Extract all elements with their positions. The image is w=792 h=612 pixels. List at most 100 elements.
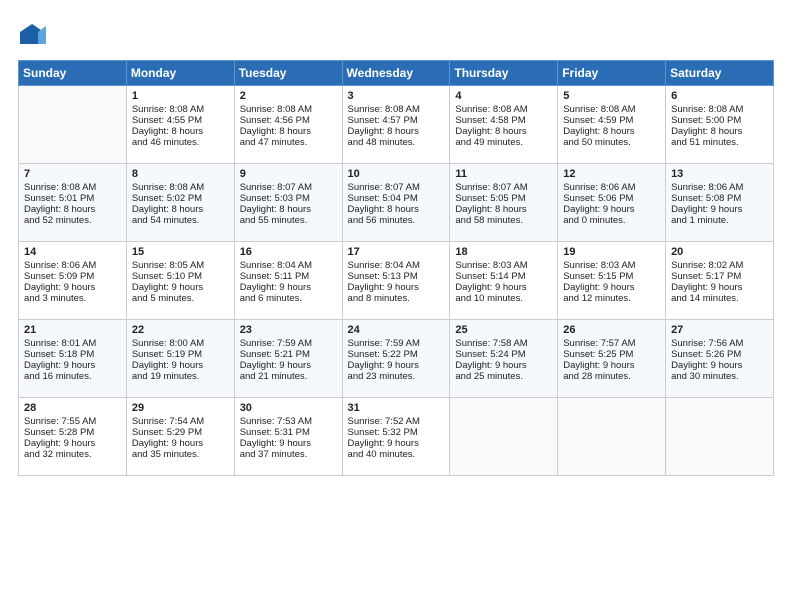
calendar-cell: 19Sunrise: 8:03 AMSunset: 5:15 PMDayligh… <box>558 242 666 320</box>
day-number: 31 <box>348 402 445 414</box>
day-number: 18 <box>455 246 552 258</box>
calendar-cell: 4Sunrise: 8:08 AMSunset: 4:58 PMDaylight… <box>450 86 558 164</box>
day-info-line: Sunrise: 8:04 AM <box>348 260 445 271</box>
day-info-line: Sunrise: 7:59 AM <box>348 338 445 349</box>
week-row-4: 21Sunrise: 8:01 AMSunset: 5:18 PMDayligh… <box>19 320 774 398</box>
day-number: 17 <box>348 246 445 258</box>
calendar-cell: 24Sunrise: 7:59 AMSunset: 5:22 PMDayligh… <box>342 320 450 398</box>
day-info-line: and 48 minutes. <box>348 137 445 148</box>
weekday-sunday: Sunday <box>19 61 127 86</box>
calendar-cell: 5Sunrise: 8:08 AMSunset: 4:59 PMDaylight… <box>558 86 666 164</box>
calendar-cell: 11Sunrise: 8:07 AMSunset: 5:05 PMDayligh… <box>450 164 558 242</box>
day-info-line: and 54 minutes. <box>132 215 229 226</box>
week-row-1: 1Sunrise: 8:08 AMSunset: 4:55 PMDaylight… <box>19 86 774 164</box>
day-number: 7 <box>24 168 121 180</box>
day-number: 8 <box>132 168 229 180</box>
day-info-line: and 12 minutes. <box>563 293 660 304</box>
day-info-line: Daylight: 8 hours <box>132 204 229 215</box>
day-info-line: Daylight: 8 hours <box>671 126 768 137</box>
day-number: 25 <box>455 324 552 336</box>
day-number: 6 <box>671 90 768 102</box>
header <box>18 18 774 50</box>
day-info-line: Daylight: 8 hours <box>240 204 337 215</box>
day-info-line: Daylight: 9 hours <box>132 360 229 371</box>
day-info-line: Daylight: 9 hours <box>563 282 660 293</box>
calendar-cell: 7Sunrise: 8:08 AMSunset: 5:01 PMDaylight… <box>19 164 127 242</box>
day-info-line: Sunset: 5:09 PM <box>24 271 121 282</box>
weekday-friday: Friday <box>558 61 666 86</box>
day-info-line: Sunset: 5:32 PM <box>348 427 445 438</box>
calendar-cell: 15Sunrise: 8:05 AMSunset: 5:10 PMDayligh… <box>126 242 234 320</box>
weekday-tuesday: Tuesday <box>234 61 342 86</box>
day-number: 14 <box>24 246 121 258</box>
day-info-line: Sunrise: 8:08 AM <box>671 104 768 115</box>
day-info-line: Sunrise: 8:05 AM <box>132 260 229 271</box>
calendar-cell <box>558 398 666 476</box>
day-number: 27 <box>671 324 768 336</box>
day-info-line: Daylight: 9 hours <box>671 360 768 371</box>
calendar-tbody: 1Sunrise: 8:08 AMSunset: 4:55 PMDaylight… <box>19 86 774 476</box>
day-info-line: Daylight: 9 hours <box>240 282 337 293</box>
day-info-line: Sunrise: 8:08 AM <box>455 104 552 115</box>
day-info-line: Sunset: 5:15 PM <box>563 271 660 282</box>
calendar-cell: 27Sunrise: 7:56 AMSunset: 5:26 PMDayligh… <box>666 320 774 398</box>
calendar-cell: 2Sunrise: 8:08 AMSunset: 4:56 PMDaylight… <box>234 86 342 164</box>
day-info-line: and 47 minutes. <box>240 137 337 148</box>
day-info-line: Sunrise: 8:08 AM <box>132 182 229 193</box>
day-info-line: Daylight: 8 hours <box>240 126 337 137</box>
calendar-table: SundayMondayTuesdayWednesdayThursdayFrid… <box>18 60 774 476</box>
day-info-line: and 40 minutes. <box>348 449 445 460</box>
day-info-line: Sunset: 5:24 PM <box>455 349 552 360</box>
day-info-line: and 51 minutes. <box>671 137 768 148</box>
day-info-line: Daylight: 8 hours <box>24 204 121 215</box>
calendar-cell: 26Sunrise: 7:57 AMSunset: 5:25 PMDayligh… <box>558 320 666 398</box>
day-info-line: Sunrise: 8:07 AM <box>240 182 337 193</box>
day-info-line: Sunset: 5:25 PM <box>563 349 660 360</box>
day-info-line: and 6 minutes. <box>240 293 337 304</box>
calendar-cell: 20Sunrise: 8:02 AMSunset: 5:17 PMDayligh… <box>666 242 774 320</box>
day-info-line: Sunset: 5:03 PM <box>240 193 337 204</box>
day-info-line: Sunset: 5:19 PM <box>132 349 229 360</box>
day-number: 16 <box>240 246 337 258</box>
calendar-cell: 8Sunrise: 8:08 AMSunset: 5:02 PMDaylight… <box>126 164 234 242</box>
day-number: 19 <box>563 246 660 258</box>
day-info-line: Sunrise: 8:06 AM <box>671 182 768 193</box>
day-info-line: Sunrise: 8:08 AM <box>132 104 229 115</box>
calendar-cell: 3Sunrise: 8:08 AMSunset: 4:57 PMDaylight… <box>342 86 450 164</box>
day-info-line: Sunrise: 8:07 AM <box>348 182 445 193</box>
day-number: 23 <box>240 324 337 336</box>
calendar-cell: 30Sunrise: 7:53 AMSunset: 5:31 PMDayligh… <box>234 398 342 476</box>
day-info-line: and 28 minutes. <box>563 371 660 382</box>
week-row-5: 28Sunrise: 7:55 AMSunset: 5:28 PMDayligh… <box>19 398 774 476</box>
day-info-line: Sunset: 5:21 PM <box>240 349 337 360</box>
day-info-line: Sunset: 5:04 PM <box>348 193 445 204</box>
day-info-line: and 30 minutes. <box>671 371 768 382</box>
day-info-line: Sunset: 5:17 PM <box>671 271 768 282</box>
day-info-line: Daylight: 9 hours <box>455 282 552 293</box>
day-info-line: Daylight: 9 hours <box>24 360 121 371</box>
calendar-cell: 22Sunrise: 8:00 AMSunset: 5:19 PMDayligh… <box>126 320 234 398</box>
day-number: 24 <box>348 324 445 336</box>
day-info-line: Sunset: 5:28 PM <box>24 427 121 438</box>
day-info-line: Sunrise: 7:54 AM <box>132 416 229 427</box>
day-number: 13 <box>671 168 768 180</box>
day-info-line: and 23 minutes. <box>348 371 445 382</box>
calendar-cell: 17Sunrise: 8:04 AMSunset: 5:13 PMDayligh… <box>342 242 450 320</box>
day-info-line: and 0 minutes. <box>563 215 660 226</box>
day-info-line: and 52 minutes. <box>24 215 121 226</box>
calendar-cell: 6Sunrise: 8:08 AMSunset: 5:00 PMDaylight… <box>666 86 774 164</box>
day-info-line: Sunset: 5:08 PM <box>671 193 768 204</box>
logo <box>18 22 50 50</box>
day-number: 4 <box>455 90 552 102</box>
day-info-line: Sunrise: 8:07 AM <box>455 182 552 193</box>
day-info-line: Sunset: 5:05 PM <box>455 193 552 204</box>
weekday-monday: Monday <box>126 61 234 86</box>
day-number: 11 <box>455 168 552 180</box>
day-info-line: Sunset: 4:55 PM <box>132 115 229 126</box>
day-info-line: Sunrise: 7:52 AM <box>348 416 445 427</box>
day-info-line: Sunrise: 8:08 AM <box>563 104 660 115</box>
day-info-line: Sunrise: 8:00 AM <box>132 338 229 349</box>
day-info-line: Daylight: 9 hours <box>671 204 768 215</box>
day-info-line: Daylight: 9 hours <box>348 282 445 293</box>
calendar-cell: 31Sunrise: 7:52 AMSunset: 5:32 PMDayligh… <box>342 398 450 476</box>
